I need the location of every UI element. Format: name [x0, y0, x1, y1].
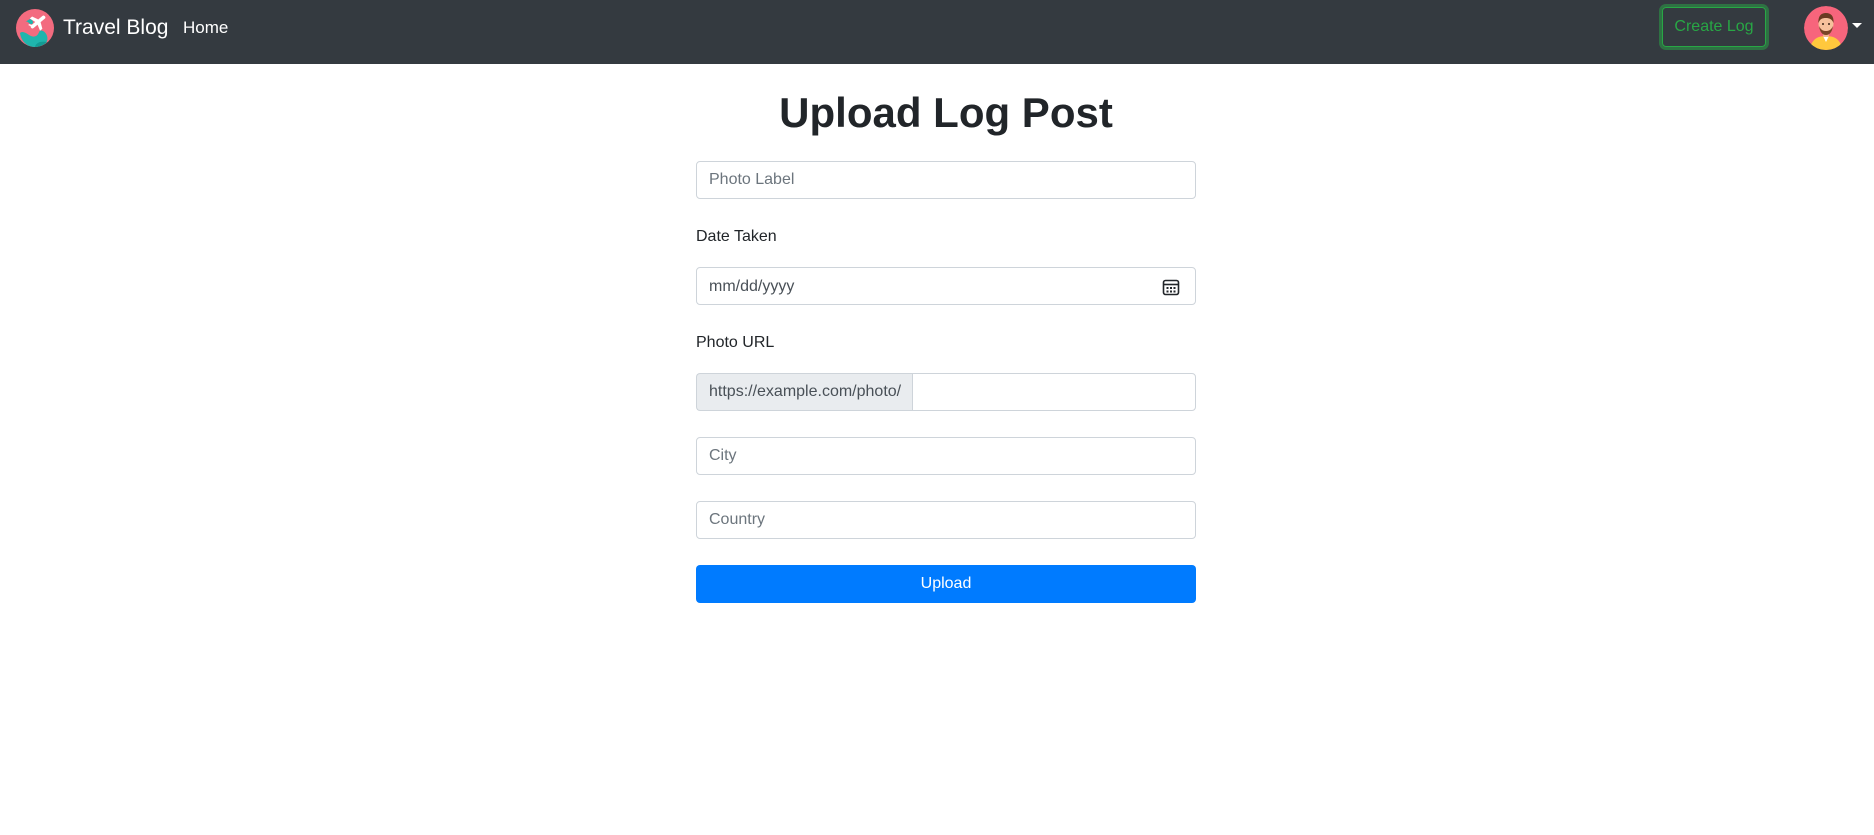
photo-url-input[interactable] [912, 373, 1196, 411]
page-title: Upload Log Post [779, 89, 1113, 136]
photo-url-prefix: https://example.com/photo/ [696, 373, 913, 411]
brand-name: Travel Blog [63, 16, 169, 39]
date-taken-label: Date Taken [696, 228, 777, 245]
upload-button[interactable]: Upload [696, 565, 1196, 603]
brand-link[interactable]: Travel Blog [16, 9, 168, 47]
photo-url-label: Photo URL [696, 334, 775, 351]
user-menu-toggle[interactable] [1804, 6, 1862, 50]
country-input[interactable] [696, 501, 1196, 539]
user-avatar[interactable] [1804, 6, 1848, 50]
date-placeholder: mm/dd/yyyy [709, 278, 795, 295]
caret-down-icon [1852, 22, 1862, 28]
top-navbar: Travel Blog Home Create Log [0, 0, 1874, 64]
date-taken-input[interactable]: mm/dd/yyyy [696, 267, 1196, 305]
calendar-icon[interactable] [1162, 278, 1180, 296]
nav-home-link[interactable]: Home [183, 17, 228, 39]
create-log-button[interactable]: Create Log [1662, 7, 1766, 47]
city-input[interactable] [696, 437, 1196, 475]
photo-url-group: https://example.com/photo/ [696, 373, 1196, 411]
travel-globe-plane-icon [16, 9, 54, 47]
photo-label-input[interactable] [696, 161, 1196, 199]
